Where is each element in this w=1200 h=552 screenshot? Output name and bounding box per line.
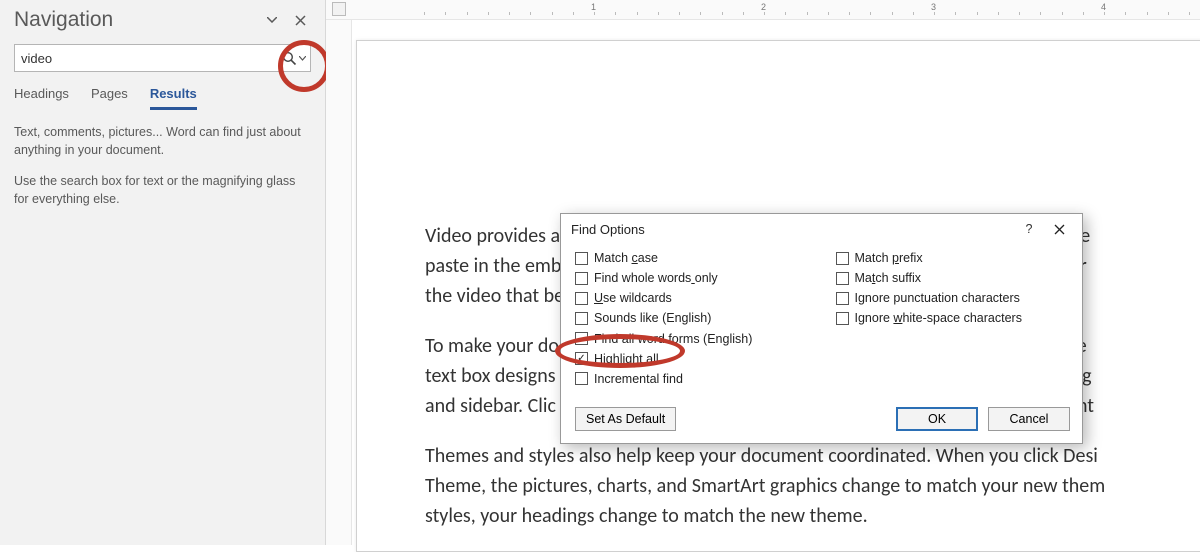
option-find-all-word-forms-english-[interactable]: Find all word forms (English) — [575, 329, 808, 349]
option-use-wildcards[interactable]: Use wildcards — [575, 288, 808, 308]
checkbox-icon — [575, 252, 588, 265]
dialog-close-button[interactable] — [1044, 218, 1074, 240]
doc-paragraph: Themes and styles also help keep your do… — [425, 441, 1200, 531]
checkbox-icon — [575, 292, 588, 305]
dialog-help-button[interactable]: ? — [1014, 218, 1044, 240]
dialog-titlebar[interactable]: Find Options ? — [561, 214, 1082, 244]
hint-line: Text, comments, pictures... Word can fin… — [14, 124, 305, 159]
search-box[interactable] — [14, 44, 311, 72]
ruler-number: 3 — [931, 2, 936, 12]
close-pane-button[interactable] — [289, 9, 311, 31]
chevron-down-icon — [299, 56, 306, 61]
navigation-pane: Navigation Headings Pages Results Text, co… — [0, 0, 326, 545]
option-label: Match suffix — [855, 269, 921, 287]
option-match-suffix[interactable]: Match suffix — [836, 268, 1069, 288]
option-ignore-punctuation-characters[interactable]: Ignore punctuation characters — [836, 288, 1069, 308]
navigation-title: Navigation — [14, 8, 255, 32]
search-options-button[interactable] — [282, 51, 310, 66]
dialog-options-left: Match case Find whole words only Use wildc… — [575, 248, 808, 389]
checkbox-icon — [836, 272, 849, 285]
checkbox-icon — [836, 292, 849, 305]
nav-hint-text: Text, comments, pictures... Word can fin… — [0, 110, 325, 208]
checkbox-icon — [575, 312, 588, 325]
ruler-number: 1 — [591, 2, 596, 12]
search-icon — [282, 51, 297, 66]
option-match-prefix[interactable]: Match prefix — [836, 248, 1069, 268]
vertical-ruler[interactable] — [326, 20, 352, 545]
option-label: Find all word forms (English) — [594, 330, 752, 348]
option-label: Highlight all — [594, 350, 659, 368]
tab-pages[interactable]: Pages — [91, 82, 128, 110]
option-label: Match prefix — [855, 249, 923, 267]
nav-tabs: Headings Pages Results — [0, 80, 325, 110]
option-sounds-like-english-[interactable]: Sounds like (English) — [575, 308, 808, 328]
ok-button[interactable]: OK — [896, 407, 978, 431]
option-label: Match case — [594, 249, 658, 267]
ruler-number: 2 — [761, 2, 766, 12]
ruler-corner[interactable] — [332, 2, 346, 16]
pane-options-button[interactable] — [261, 9, 283, 31]
search-input[interactable] — [15, 47, 282, 70]
option-label: Ignore punctuation characters — [855, 289, 1020, 307]
option-label: Sounds like (English) — [594, 309, 711, 327]
option-match-case[interactable]: Match case — [575, 248, 808, 268]
checkbox-icon — [575, 272, 588, 285]
checkbox-icon — [836, 252, 849, 265]
option-label: Incremental find — [594, 370, 683, 388]
option-label: Use wildcards — [594, 289, 672, 307]
close-icon — [295, 15, 306, 26]
checkbox-icon — [575, 332, 588, 345]
set-as-default-button[interactable]: Set As Default — [575, 407, 676, 431]
find-options-dialog: Find Options ? Match case Find whole word… — [560, 213, 1083, 444]
option-label: Find whole words only — [594, 269, 718, 287]
cancel-button[interactable]: Cancel — [988, 407, 1070, 431]
chevron-down-icon — [267, 17, 277, 23]
option-incremental-find[interactable]: Incremental find — [575, 369, 808, 389]
checkbox-icon — [836, 312, 849, 325]
tab-results[interactable]: Results — [150, 82, 197, 110]
option-highlight-all[interactable]: ✓ Highlight all — [575, 349, 808, 369]
option-label: Ignore white-space characters — [855, 309, 1022, 327]
ruler-number: 4 — [1101, 2, 1106, 12]
dialog-title: Find Options — [571, 222, 1014, 237]
close-icon — [1054, 224, 1065, 235]
checkbox-icon: ✓ — [575, 352, 588, 365]
checkbox-icon — [575, 372, 588, 385]
option-ignore-white-space-characters[interactable]: Ignore white-space characters — [836, 308, 1069, 328]
tab-headings[interactable]: Headings — [14, 82, 69, 110]
hint-line: Use the search box for text or the magni… — [14, 173, 305, 208]
option-find-whole-words-only[interactable]: Find whole words only — [575, 268, 808, 288]
dialog-options-right: Match prefix Match suffix Ignore punctuati… — [836, 248, 1069, 389]
horizontal-ruler[interactable]: 12345 — [326, 0, 1200, 20]
